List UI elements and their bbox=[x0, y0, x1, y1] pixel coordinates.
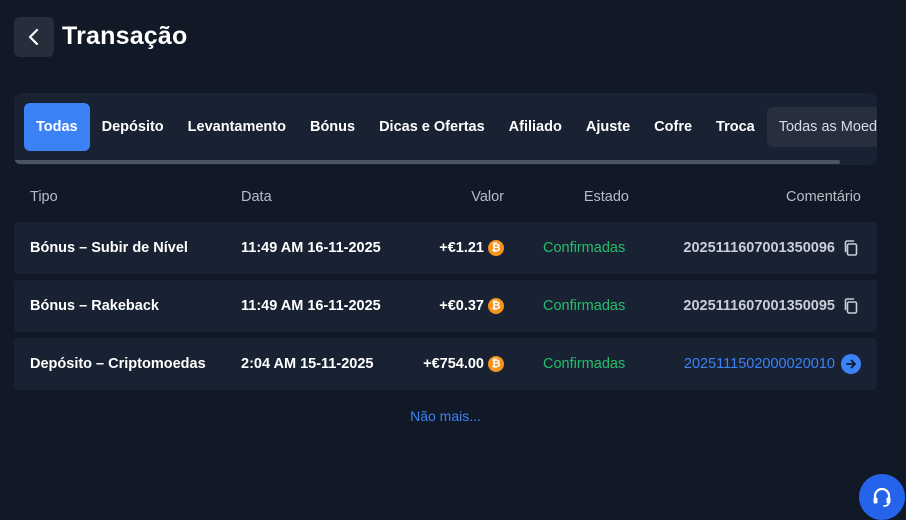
row-comment-text: 2025111607001350096 bbox=[683, 240, 835, 256]
no-more-text: Não mais... bbox=[410, 408, 481, 424]
page-title: Transação bbox=[62, 22, 188, 50]
row-comment: 2025111502000020010 bbox=[684, 338, 861, 390]
tabs-scrollbar[interactable] bbox=[14, 160, 840, 164]
row-date: 2:04 AM 15-11-2025 bbox=[241, 356, 374, 372]
tab-ajuste[interactable]: Ajuste bbox=[574, 103, 642, 151]
table-row: Bónus – Subir de Nível 11:49 AM 16-11-20… bbox=[14, 222, 877, 274]
table-header: Tipo Data Valor Estado Comentário bbox=[14, 185, 877, 211]
row-value-amount: +€0.37 bbox=[439, 298, 484, 314]
row-comment: 2025111607001350095 bbox=[683, 280, 861, 332]
tab-dicas-ofertas[interactable]: Dicas e Ofertas bbox=[367, 103, 497, 151]
column-header-data: Data bbox=[241, 189, 272, 205]
table-row: Bónus – Rakeback 11:49 AM 16-11-2025 +€0… bbox=[14, 280, 877, 332]
coin-filter-dropdown[interactable]: Todas as Moedas bbox=[766, 107, 877, 147]
bitcoin-icon: ₿ bbox=[488, 298, 504, 314]
row-comment: 2025111607001350096 bbox=[683, 222, 861, 274]
tab-afiliado[interactable]: Afiliado bbox=[497, 103, 574, 151]
chevron-left-icon bbox=[28, 28, 39, 46]
transactions-page: Transação Todas Depósito Levantamento Bó… bbox=[0, 0, 906, 520]
row-type: Bónus – Subir de Nível bbox=[30, 240, 188, 256]
row-value: +€1.21 ₿ bbox=[439, 222, 504, 274]
copy-icon[interactable] bbox=[841, 296, 861, 316]
row-value: +€0.37 ₿ bbox=[439, 280, 504, 332]
arrow-right-icon[interactable] bbox=[841, 354, 861, 374]
row-type: Depósito – Criptomoedas bbox=[30, 356, 206, 372]
tab-todas[interactable]: Todas bbox=[24, 103, 90, 151]
tab-bonus[interactable]: Bónus bbox=[298, 103, 367, 151]
headset-icon bbox=[873, 487, 891, 507]
row-date: 11:49 AM 16-11-2025 bbox=[241, 298, 381, 314]
bitcoin-icon: ₿ bbox=[488, 356, 504, 372]
filter-tabs-panel: Todas Depósito Levantamento Bónus Dicas … bbox=[14, 93, 877, 165]
bitcoin-icon: ₿ bbox=[488, 240, 504, 256]
copy-icon[interactable] bbox=[841, 238, 861, 258]
row-value-amount: +€1.21 bbox=[439, 240, 484, 256]
row-comment-text: 2025111607001350095 bbox=[683, 298, 835, 314]
row-status: Confirmadas bbox=[543, 240, 626, 256]
column-header-valor: Valor bbox=[471, 189, 504, 205]
tab-troca[interactable]: Troca bbox=[704, 103, 767, 151]
row-type: Bónus – Rakeback bbox=[30, 298, 159, 314]
row-comment-link[interactable]: 2025111502000020010 bbox=[684, 356, 835, 372]
support-button[interactable] bbox=[859, 474, 905, 520]
row-status: Confirmadas bbox=[543, 298, 626, 314]
filter-tabs: Todas Depósito Levantamento Bónus Dicas … bbox=[24, 103, 877, 151]
row-date: 11:49 AM 16-11-2025 bbox=[241, 240, 381, 256]
table-row: Depósito – Criptomoedas 2:04 AM 15-11-20… bbox=[14, 338, 877, 390]
tab-cofre[interactable]: Cofre bbox=[642, 103, 704, 151]
tab-levantamento[interactable]: Levantamento bbox=[176, 103, 298, 151]
column-header-tipo: Tipo bbox=[30, 189, 58, 205]
column-header-estado: Estado bbox=[583, 189, 629, 205]
row-status: Confirmadas bbox=[543, 356, 626, 372]
tab-deposito[interactable]: Depósito bbox=[90, 103, 176, 151]
row-value: +€754.00 ₿ bbox=[423, 338, 504, 390]
column-header-comentario: Comentário bbox=[786, 189, 861, 205]
back-button[interactable] bbox=[14, 17, 54, 57]
row-value-amount: +€754.00 bbox=[423, 356, 484, 372]
